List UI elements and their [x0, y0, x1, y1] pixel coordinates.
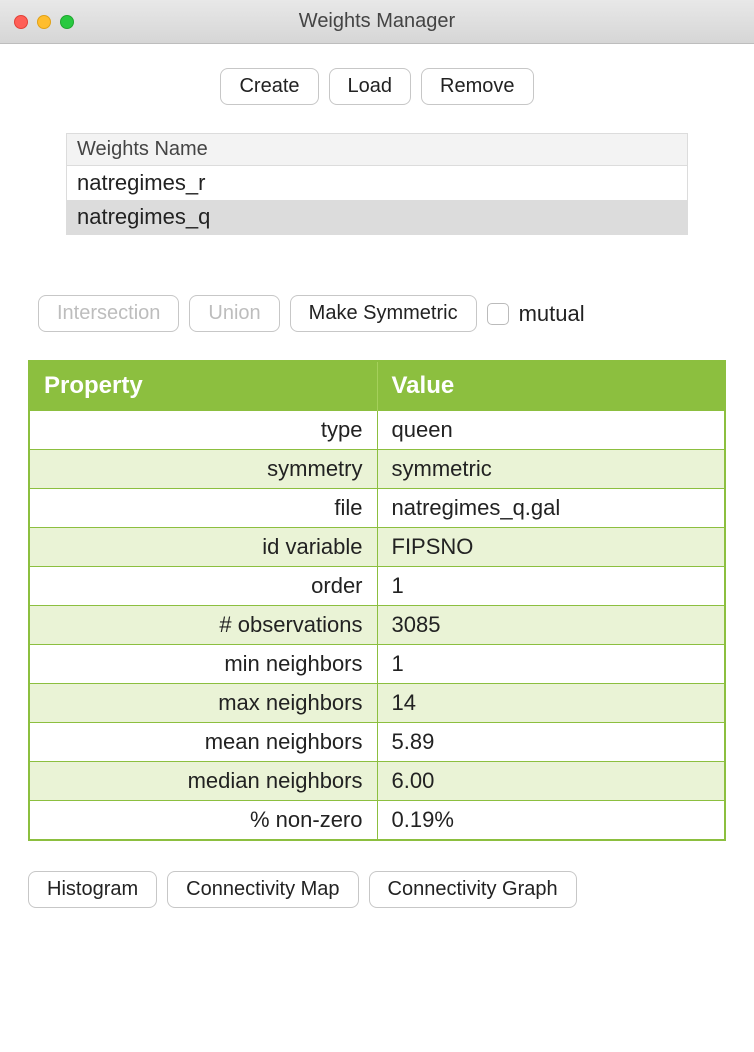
weights-row[interactable]: natregimes_q — [67, 200, 687, 234]
property-value: 0.19% — [377, 801, 725, 841]
intersection-button[interactable]: Intersection — [38, 295, 179, 332]
table-row: max neighbors14 — [29, 684, 725, 723]
close-icon[interactable] — [14, 15, 28, 29]
table-row: typequeen — [29, 411, 725, 450]
property-value: 6.00 — [377, 762, 725, 801]
load-button[interactable]: Load — [329, 68, 412, 105]
connectivity-graph-button[interactable]: Connectivity Graph — [369, 871, 577, 908]
property-key: % non-zero — [29, 801, 377, 841]
property-key: median neighbors — [29, 762, 377, 801]
ops-row: Intersection Union Make Symmetric mutual — [38, 295, 716, 332]
property-value: 3085 — [377, 606, 725, 645]
minimize-icon[interactable] — [37, 15, 51, 29]
property-key: max neighbors — [29, 684, 377, 723]
mutual-label: mutual — [519, 301, 585, 327]
property-key: mean neighbors — [29, 723, 377, 762]
weights-header: Weights Name — [67, 134, 687, 166]
property-key: symmetry — [29, 450, 377, 489]
property-value: queen — [377, 411, 725, 450]
remove-button[interactable]: Remove — [421, 68, 533, 105]
header-value: Value — [377, 361, 725, 411]
header-property: Property — [29, 361, 377, 411]
make-symmetric-button[interactable]: Make Symmetric — [290, 295, 477, 332]
table-row: order1 — [29, 567, 725, 606]
property-value: symmetric — [377, 450, 725, 489]
property-value: 1 — [377, 645, 725, 684]
property-key: min neighbors — [29, 645, 377, 684]
property-value: natregimes_q.gal — [377, 489, 725, 528]
table-row: median neighbors6.00 — [29, 762, 725, 801]
bottom-toolbar: Histogram Connectivity Map Connectivity … — [28, 871, 726, 908]
table-row: filenatregimes_q.gal — [29, 489, 725, 528]
table-row: % non-zero0.19% — [29, 801, 725, 841]
union-button[interactable]: Union — [189, 295, 279, 332]
maximize-icon[interactable] — [60, 15, 74, 29]
property-key: file — [29, 489, 377, 528]
property-key: type — [29, 411, 377, 450]
property-value: FIPSNO — [377, 528, 725, 567]
weights-row[interactable]: natregimes_r — [67, 166, 687, 200]
table-row: # observations3085 — [29, 606, 725, 645]
connectivity-map-button[interactable]: Connectivity Map — [167, 871, 358, 908]
property-key: # observations — [29, 606, 377, 645]
titlebar: Weights Manager — [0, 0, 754, 44]
window-title: Weights Manager — [0, 10, 754, 33]
weights-list: Weights Name natregimes_r natregimes_q — [66, 133, 688, 235]
property-value: 1 — [377, 567, 725, 606]
property-value: 14 — [377, 684, 725, 723]
property-value: 5.89 — [377, 723, 725, 762]
table-row: symmetrysymmetric — [29, 450, 725, 489]
table-row: min neighbors1 — [29, 645, 725, 684]
table-row: id variableFIPSNO — [29, 528, 725, 567]
property-table: Property Value typequeensymmetrysymmetri… — [28, 360, 726, 841]
create-button[interactable]: Create — [220, 68, 318, 105]
property-key: order — [29, 567, 377, 606]
property-key: id variable — [29, 528, 377, 567]
window-controls — [14, 15, 74, 29]
table-row: mean neighbors5.89 — [29, 723, 725, 762]
top-toolbar: Create Load Remove — [28, 68, 726, 105]
mutual-checkbox[interactable] — [487, 303, 509, 325]
histogram-button[interactable]: Histogram — [28, 871, 157, 908]
